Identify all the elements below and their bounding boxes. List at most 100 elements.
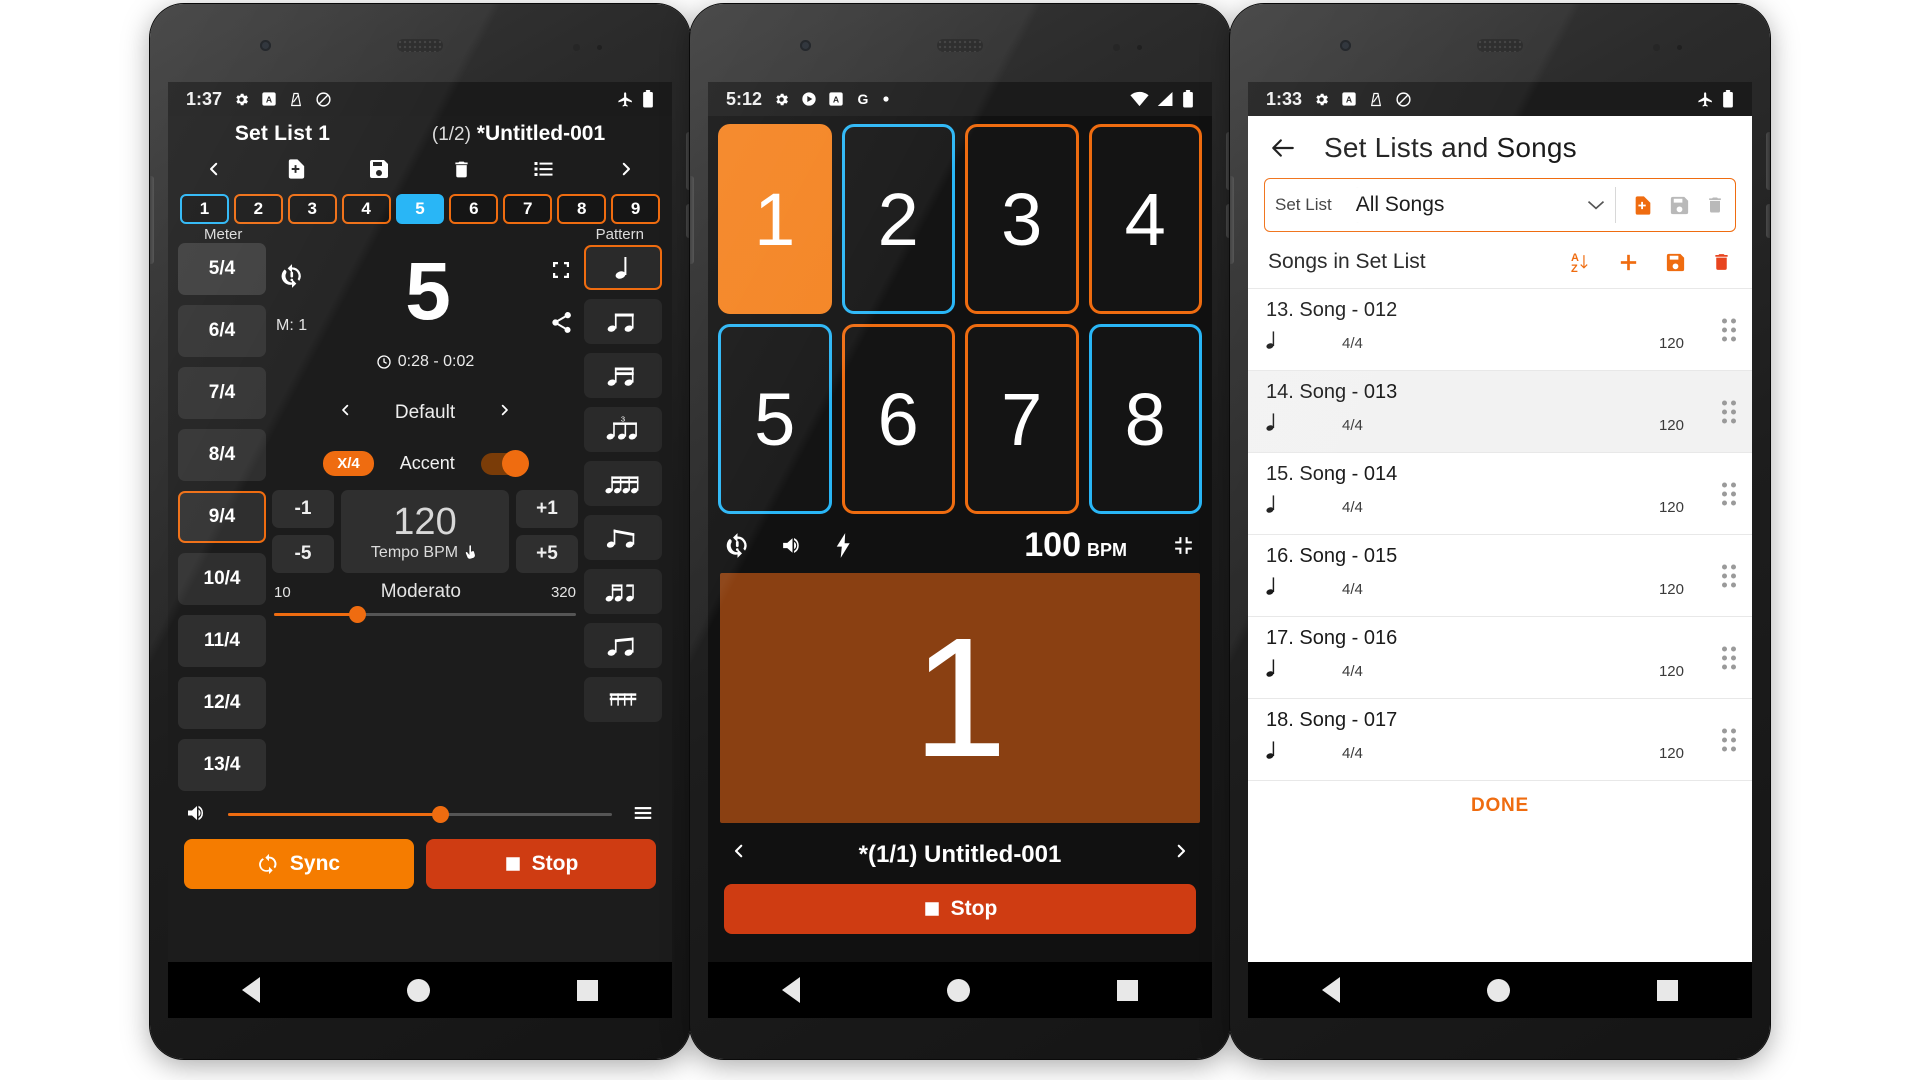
- recents-nav-icon[interactable]: [1117, 979, 1139, 1001]
- song-list-item[interactable]: 14. Song - 013 4/4 120: [1248, 370, 1752, 452]
- pattern-option-selected[interactable]: [584, 245, 662, 290]
- pattern-option[interactable]: [584, 461, 662, 506]
- pattern-option[interactable]: [584, 353, 662, 398]
- meter-option-selected[interactable]: 9/4: [178, 491, 266, 543]
- next-song-button[interactable]: [1172, 837, 1190, 872]
- sync-button[interactable]: Sync: [184, 839, 414, 889]
- beat-chip[interactable]: 4: [341, 194, 391, 224]
- delete-icon[interactable]: [441, 152, 481, 186]
- tempo-plus-5-button[interactable]: +5: [516, 535, 578, 573]
- beat-chip[interactable]: 6: [449, 194, 499, 224]
- prev-song-button[interactable]: [194, 152, 234, 186]
- subdivision-pill[interactable]: X/4: [323, 451, 374, 476]
- meter-option[interactable]: 10/4: [178, 553, 266, 605]
- add-song-icon[interactable]: [1617, 251, 1640, 274]
- save-songs-icon[interactable]: [1664, 251, 1687, 274]
- beat-chip[interactable]: 8: [557, 194, 607, 224]
- drag-handle-icon[interactable]: [1722, 728, 1736, 751]
- home-nav-icon[interactable]: [1486, 978, 1510, 1002]
- back-nav-icon[interactable]: [781, 977, 800, 1003]
- drag-handle-icon[interactable]: [1722, 400, 1736, 423]
- meter-option[interactable]: 6/4: [178, 305, 266, 357]
- stop-button[interactable]: Stop: [426, 839, 656, 889]
- bpm-display[interactable]: 100 BPM: [1024, 526, 1127, 565]
- tempo-display[interactable]: 120 Tempo BPM: [341, 490, 509, 573]
- song-title-header[interactable]: (1/2) *Untitled-001: [432, 122, 605, 146]
- next-song-button[interactable]: [606, 152, 646, 186]
- pattern-option[interactable]: [584, 515, 662, 560]
- share-icon[interactable]: [549, 310, 574, 335]
- sort-az-icon[interactable]: AZ: [1569, 250, 1593, 274]
- back-arrow-icon[interactable]: [1268, 135, 1298, 161]
- tempo-plus-1-button[interactable]: +1: [516, 490, 578, 528]
- tempo-minus-5-button[interactable]: -5: [272, 535, 334, 573]
- drag-handle-icon[interactable]: [1722, 318, 1736, 341]
- stop-button[interactable]: Stop: [724, 884, 1196, 934]
- beat-cell[interactable]: 5: [718, 324, 832, 514]
- beat-flash-panel[interactable]: 1: [720, 573, 1200, 823]
- volume-icon[interactable]: [184, 801, 210, 825]
- done-button[interactable]: DONE: [1248, 780, 1752, 827]
- tempo-slider[interactable]: [272, 605, 578, 623]
- meter-option[interactable]: 12/4: [178, 677, 266, 729]
- back-nav-icon[interactable]: [1321, 977, 1340, 1003]
- preset-prev-button[interactable]: [338, 399, 353, 427]
- beat-chip[interactable]: 3: [287, 194, 337, 224]
- beat-cell-active[interactable]: 1: [718, 124, 832, 314]
- pattern-option[interactable]: [584, 623, 662, 668]
- beat-cell[interactable]: 4: [1088, 124, 1202, 314]
- pattern-option[interactable]: [584, 299, 662, 344]
- meter-option[interactable]: 5/4: [178, 243, 266, 295]
- beat-chip[interactable]: 2: [233, 194, 283, 224]
- save-setlist-icon[interactable]: [1668, 194, 1691, 217]
- pattern-option[interactable]: [584, 677, 662, 722]
- save-icon[interactable]: [359, 152, 399, 186]
- beat-cell[interactable]: 2: [841, 124, 955, 314]
- drag-handle-icon[interactable]: [1722, 646, 1736, 669]
- menu-icon[interactable]: [630, 802, 656, 824]
- drag-handle-icon[interactable]: [1722, 564, 1736, 587]
- delete-songs-icon[interactable]: [1711, 250, 1732, 274]
- loop-warning-icon[interactable]: [724, 532, 751, 559]
- meter-option[interactable]: 8/4: [178, 429, 266, 481]
- loop-warning-icon[interactable]: [279, 263, 305, 289]
- song-list-item[interactable]: 16. Song - 015 4/4 120: [1248, 534, 1752, 616]
- list-icon[interactable]: [524, 152, 564, 186]
- back-nav-icon[interactable]: [241, 977, 260, 1003]
- beat-cell[interactable]: 7: [965, 324, 1079, 514]
- beat-cell[interactable]: 8: [1088, 324, 1202, 514]
- new-setlist-icon[interactable]: [1632, 193, 1654, 218]
- setlist-dropdown[interactable]: All Songs: [1341, 187, 1616, 223]
- pattern-option[interactable]: [584, 569, 662, 614]
- beat-chip-current[interactable]: 5: [395, 194, 445, 224]
- beat-chip[interactable]: 9: [611, 194, 661, 224]
- set-list-name[interactable]: Set List 1: [235, 122, 330, 146]
- song-list-item[interactable]: 15. Song - 014 4/4 120: [1248, 452, 1752, 534]
- delete-setlist-icon[interactable]: [1705, 193, 1725, 217]
- home-nav-icon[interactable]: [946, 978, 970, 1002]
- meter-option[interactable]: 13/4: [178, 739, 266, 791]
- tempo-minus-1-button[interactable]: -1: [272, 490, 334, 528]
- song-list-item[interactable]: 17. Song - 016 4/4 120: [1248, 616, 1752, 698]
- preset-next-button[interactable]: [497, 399, 512, 427]
- song-list-item[interactable]: 13. Song - 012 4/4 120: [1248, 288, 1752, 370]
- prev-song-button[interactable]: [730, 837, 748, 872]
- beat-chip[interactable]: 1: [180, 194, 229, 224]
- recents-nav-icon[interactable]: [1657, 979, 1679, 1001]
- song-list-item[interactable]: 18. Song - 017 4/4 120: [1248, 698, 1752, 780]
- volume-slider[interactable]: [226, 805, 614, 823]
- beat-chip[interactable]: 7: [503, 194, 553, 224]
- beat-cell[interactable]: 6: [841, 324, 955, 514]
- drag-handle-icon[interactable]: [1722, 482, 1736, 505]
- meter-option[interactable]: 7/4: [178, 367, 266, 419]
- pattern-option[interactable]: 3: [584, 407, 662, 452]
- home-nav-icon[interactable]: [406, 978, 430, 1002]
- fullscreen-exit-icon[interactable]: [1171, 533, 1196, 558]
- new-file-icon[interactable]: [276, 152, 316, 186]
- accent-toggle[interactable]: [480, 449, 529, 477]
- beat-cell[interactable]: 3: [965, 124, 1079, 314]
- meter-option[interactable]: 11/4: [178, 615, 266, 667]
- fullscreen-icon[interactable]: [549, 258, 573, 282]
- recents-nav-icon[interactable]: [577, 979, 599, 1001]
- volume-icon[interactable]: [779, 533, 806, 558]
